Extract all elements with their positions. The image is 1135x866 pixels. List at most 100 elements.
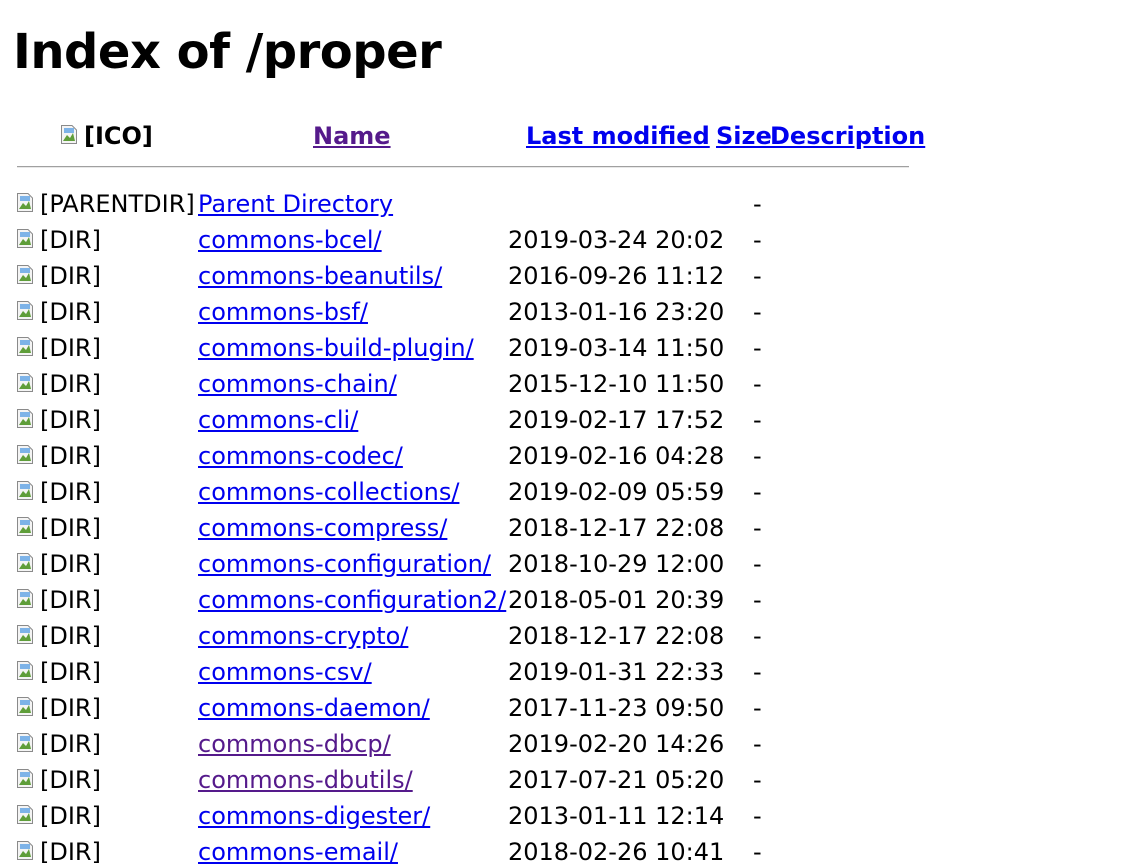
directory-row: [DIR] commons-collections/2019-02-09 05:5… <box>0 474 1135 510</box>
last-modified-value: 2019-03-24 20:02 <box>508 226 725 254</box>
directory-row: [DIR] commons-cli/2019-02-17 17:52- <box>0 402 1135 438</box>
size-value: - <box>753 514 762 542</box>
sort-by-name-link[interactable]: Name <box>313 122 391 150</box>
icon-alt-text: [DIR] <box>40 442 101 470</box>
folder-icon <box>17 445 37 467</box>
last-modified-value: 2017-11-23 09:50 <box>508 694 725 722</box>
directory-row: [DIR] commons-build-plugin/2019-03-14 11:… <box>0 330 1135 366</box>
row-name-cell: commons-daemon/ <box>198 690 430 726</box>
size-value: - <box>753 478 762 506</box>
last-modified-value: 2019-03-14 11:50 <box>508 334 725 362</box>
row-name-cell: commons-chain/ <box>198 366 397 402</box>
row-name-cell: commons-bsf/ <box>198 294 368 330</box>
directory-row: [DIR] commons-codec/2019-02-16 04:28- <box>0 438 1135 474</box>
directory-link[interactable]: commons-configuration2/ <box>198 586 506 614</box>
directory-link[interactable]: commons-crypto/ <box>198 622 408 650</box>
size-value: - <box>753 586 762 614</box>
row-icon-cell: [DIR] <box>17 546 101 582</box>
icon-alt-text: [DIR] <box>40 226 101 254</box>
size-value: - <box>753 838 762 866</box>
directory-link[interactable]: commons-chain/ <box>198 370 397 398</box>
folder-icon <box>17 337 37 359</box>
icon-alt-text: [DIR] <box>40 838 101 866</box>
size-value: - <box>753 370 762 398</box>
folder-icon <box>17 589 37 611</box>
sort-by-description-link[interactable]: Description <box>770 122 925 150</box>
row-icon-cell: [DIR] <box>17 798 101 834</box>
row-icon-cell: [DIR] <box>17 834 101 866</box>
icon-alt-text: [DIR] <box>40 334 101 362</box>
directory-link[interactable]: commons-bcel/ <box>198 226 382 254</box>
page-title: Index of /proper <box>13 24 442 80</box>
folder-icon <box>17 301 37 323</box>
row-name-cell: commons-csv/ <box>198 654 372 690</box>
directory-link[interactable]: commons-daemon/ <box>198 694 430 722</box>
row-name-cell: commons-bcel/ <box>198 222 382 258</box>
row-icon-cell: [DIR] <box>17 402 101 438</box>
size-value: - <box>753 298 762 326</box>
size-value: - <box>753 190 762 218</box>
folder-icon <box>17 697 37 719</box>
row-icon-cell: [DIR] <box>17 690 101 726</box>
icon-alt-text: [DIR] <box>40 766 101 794</box>
directory-row: [DIR] commons-compress/2018-12-17 22:08- <box>0 510 1135 546</box>
parent-directory-icon <box>17 193 37 215</box>
folder-icon <box>17 373 37 395</box>
row-icon-cell: [DIR] <box>17 366 101 402</box>
icon-alt-text: [DIR] <box>40 514 101 542</box>
last-modified-value: 2018-12-17 22:08 <box>508 622 725 650</box>
last-modified-value: 2018-02-26 10:41 <box>508 838 725 866</box>
icon-alt-text: [DIR] <box>40 586 101 614</box>
directory-link[interactable]: commons-build-plugin/ <box>198 334 474 362</box>
size-value: - <box>753 802 762 830</box>
directory-row: [DIR] commons-beanutils/2016-09-26 11:12- <box>0 258 1135 294</box>
folder-icon <box>17 625 37 647</box>
directory-link[interactable]: commons-configuration/ <box>198 550 491 578</box>
header-divider <box>17 166 909 168</box>
icon-alt-text: [DIR] <box>40 550 101 578</box>
size-value: - <box>753 694 762 722</box>
directory-row: [DIR] commons-crypto/2018-12-17 22:08- <box>0 618 1135 654</box>
directory-link[interactable]: commons-compress/ <box>198 514 447 542</box>
folder-icon <box>17 769 37 791</box>
icon-alt-text: [PARENTDIR] <box>40 190 195 218</box>
icon-alt-text: [DIR] <box>40 406 101 434</box>
row-icon-cell: [DIR] <box>17 654 101 690</box>
directory-row: [DIR] commons-bcel/2019-03-24 20:02- <box>0 222 1135 258</box>
last-modified-value: 2018-10-29 12:00 <box>508 550 725 578</box>
directory-row: [DIR] commons-bsf/2013-01-16 23:20- <box>0 294 1135 330</box>
directory-link[interactable]: commons-cli/ <box>198 406 358 434</box>
directory-row: [DIR] commons-digester/2013-01-11 12:14- <box>0 798 1135 834</box>
directory-link[interactable]: commons-dbcp/ <box>198 730 391 758</box>
size-value: - <box>753 262 762 290</box>
directory-row: [DIR] commons-dbcp/2019-02-20 14:26- <box>0 726 1135 762</box>
directory-link[interactable]: commons-csv/ <box>198 658 372 686</box>
row-name-cell: commons-codec/ <box>198 438 403 474</box>
directory-link[interactable]: commons-bsf/ <box>198 298 368 326</box>
last-modified-value: 2013-01-16 23:20 <box>508 298 725 326</box>
row-icon-cell: [DIR] <box>17 762 101 798</box>
last-modified-value: 2019-02-16 04:28 <box>508 442 725 470</box>
row-name-cell: commons-email/ <box>198 834 398 866</box>
size-value: - <box>753 550 762 578</box>
directory-link[interactable]: commons-collections/ <box>198 478 459 506</box>
size-value: - <box>753 442 762 470</box>
directory-link[interactable]: commons-email/ <box>198 838 398 866</box>
folder-icon <box>17 409 37 431</box>
row-icon-cell: [DIR] <box>17 618 101 654</box>
row-name-cell: commons-dbcp/ <box>198 726 391 762</box>
row-icon-cell: [DIR] <box>17 438 101 474</box>
parent-directory-link[interactable]: Parent Directory <box>198 190 393 218</box>
directory-row: [DIR] commons-email/2018-02-26 10:41- <box>0 834 1135 866</box>
directory-link[interactable]: commons-beanutils/ <box>198 262 442 290</box>
sort-by-size-link[interactable]: Size <box>716 122 772 150</box>
directory-link[interactable]: commons-digester/ <box>198 802 430 830</box>
directory-link[interactable]: commons-codec/ <box>198 442 403 470</box>
last-modified-value: 2016-09-26 11:12 <box>508 262 725 290</box>
row-icon-cell: [DIR] <box>17 294 101 330</box>
row-icon-cell: [DIR] <box>17 582 101 618</box>
directory-link[interactable]: commons-dbutils/ <box>198 766 413 794</box>
icon-alt-text: [DIR] <box>40 730 101 758</box>
directory-listing: [PARENTDIR] Parent Directory - [DIR] commons… <box>0 186 1135 866</box>
sort-by-last-modified-link[interactable]: Last modified <box>526 122 710 150</box>
